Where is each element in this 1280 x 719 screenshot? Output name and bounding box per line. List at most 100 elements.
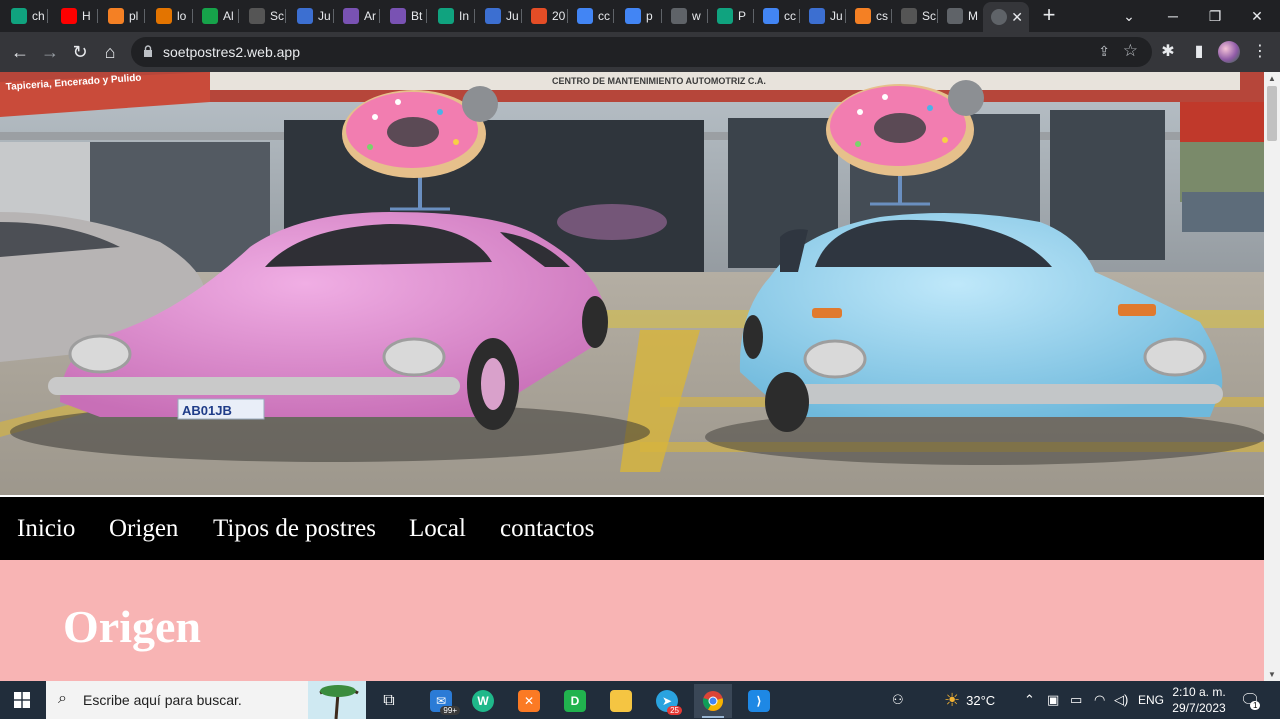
start-button[interactable]	[0, 681, 44, 719]
maximize-button[interactable]: ❐	[1194, 0, 1236, 32]
battery-icon[interactable]: ▭	[1070, 681, 1082, 719]
window-close-button[interactable]: ✕	[1236, 0, 1278, 32]
tab-separator	[192, 9, 193, 23]
browser-tab[interactable]: w	[663, 3, 708, 29]
taskbar-chrome[interactable]	[694, 684, 732, 718]
scroll-thumb[interactable]	[1267, 86, 1277, 141]
browser-tab[interactable]: 20	[523, 3, 568, 29]
tab-separator	[144, 9, 145, 23]
tab-separator	[613, 9, 614, 23]
profile-avatar[interactable]	[1218, 41, 1240, 63]
browser-tab[interactable]: cc	[569, 3, 614, 29]
url-text: soetpostres2.web.app	[163, 44, 300, 60]
bootstrap-icon	[390, 8, 406, 24]
browser-tab[interactable]: Ar	[335, 3, 380, 29]
taskbar-xampp[interactable]: ✕	[510, 684, 548, 718]
nav-inicio[interactable]: Inicio	[17, 515, 75, 543]
menu-icon[interactable]: ⋮	[1248, 40, 1272, 64]
scroll-down-arrow[interactable]: ▼	[1267, 670, 1277, 679]
tab-separator	[799, 9, 800, 23]
browser-tab[interactable]: Ju	[801, 3, 846, 29]
taskbar-telegram[interactable]: ➤ 25	[648, 684, 686, 718]
taskbar-app-green[interactable]: D	[556, 684, 594, 718]
telegram-badge: 25	[667, 706, 682, 715]
browser-tab[interactable]: In	[430, 3, 475, 29]
extensions-icon[interactable]: ✱	[1156, 40, 1180, 64]
hero-photo: Tapiceria, Encerado y Pulido CENTRO DE M…	[0, 72, 1264, 495]
page-scrollbar[interactable]: ▲ ▼	[1264, 72, 1280, 681]
green-app-icon: D	[564, 690, 586, 712]
tab-label: M	[968, 9, 978, 23]
tab-active[interactable]: ✕	[983, 2, 1029, 32]
wifi-icon[interactable]: ◠	[1094, 681, 1105, 719]
taskbar-vscode[interactable]: ⟩	[740, 684, 778, 718]
browser-tab[interactable]: M	[939, 3, 984, 29]
browser-tab[interactable]: pl	[100, 3, 145, 29]
share-icon[interactable]: ⇪	[1098, 43, 1110, 60]
volume-icon[interactable]: ◁)	[1114, 681, 1128, 719]
taskbar-search[interactable]: ⌕ Escribe aquí para buscar.	[46, 681, 366, 719]
site-icon	[297, 8, 313, 24]
close-tab-icon[interactable]: ✕	[1011, 9, 1023, 26]
notification-center[interactable]: 🗨 1	[1240, 681, 1261, 719]
address-bar[interactable]: soetpostres2.web.app ⇪ ☆	[131, 37, 1152, 67]
tab-separator	[937, 9, 938, 23]
tab-label: Sc	[270, 9, 285, 23]
search-highlight-icon	[308, 681, 366, 719]
meet-icon[interactable]: ▣	[1047, 681, 1059, 719]
clock-date: 29/7/2023	[1172, 701, 1226, 715]
tab-label: cc	[784, 9, 796, 23]
back-button[interactable]: ←	[8, 40, 32, 64]
browser-tab[interactable]: ch	[3, 3, 48, 29]
tab-label: cc	[598, 9, 610, 23]
chrome-icon	[702, 691, 723, 711]
browser-tab[interactable]: Bt	[382, 3, 427, 29]
stack-icon	[108, 8, 124, 24]
home-button[interactable]: ⌂	[98, 40, 122, 64]
forward-button[interactable]: →	[38, 40, 62, 64]
nav-tipos-de-postres[interactable]: Tipos de postres	[213, 515, 376, 543]
show-hidden-icons[interactable]: ⌃	[1024, 681, 1035, 719]
reload-button[interactable]: ↻	[68, 40, 92, 64]
taskbar-file-explorer[interactable]	[602, 684, 640, 718]
bookmark-star-icon[interactable]: ☆	[1123, 41, 1138, 61]
tab-separator	[707, 9, 708, 23]
browser-tab[interactable]: cc	[755, 3, 800, 29]
browser-tab[interactable]: Ju	[477, 3, 522, 29]
nav-local[interactable]: Local	[409, 515, 466, 543]
tab-label: In	[459, 9, 470, 23]
browser-tab[interactable]: lo	[148, 3, 193, 29]
scroll-up-arrow[interactable]: ▲	[1267, 74, 1277, 83]
browser-tab[interactable]: Sc	[893, 3, 938, 29]
tab-separator	[474, 9, 475, 23]
system-clock[interactable]: 2:10 a. m. 29/7/2023	[1166, 684, 1232, 716]
weather-widget[interactable]: ☀ 32°C	[944, 681, 995, 719]
browser-tab[interactable]: Ju	[289, 3, 334, 29]
tab-strip: M Sc cs Ju cc Pw p cc 20 Ju In Bt Ar Ju Sc Al lo pl Hch ✕ …	[0, 0, 1280, 32]
people-icon[interactable]: ⚇	[892, 681, 904, 719]
browser-tab[interactable]: H	[53, 3, 98, 29]
taskbar-webstorm[interactable]: W	[464, 684, 502, 718]
language-indicator[interactable]: ENG	[1138, 681, 1164, 719]
tab-label: w	[692, 9, 701, 23]
tab-label: ch	[32, 9, 45, 23]
browser-tab[interactable]: P	[709, 3, 754, 29]
origen-section: Origen	[0, 560, 1264, 681]
taskbar-mail[interactable]: ✉ 99+	[422, 684, 460, 718]
side-panel-icon[interactable]: ▮	[1187, 40, 1211, 64]
browser-tab[interactable]: p	[617, 3, 662, 29]
google-icon	[625, 8, 641, 24]
browser-tab[interactable]: Al	[194, 3, 239, 29]
nav-contactos[interactable]: contactos	[500, 515, 594, 543]
task-view-button[interactable]: ⧉	[370, 684, 408, 718]
browser-tab[interactable]: cs	[847, 3, 892, 29]
tab-search-button[interactable]: ⌄	[1108, 0, 1150, 32]
folder-icon	[610, 690, 632, 712]
new-tab-button[interactable]: +	[1037, 4, 1061, 28]
nav-origen[interactable]: Origen	[109, 515, 178, 543]
tab-label: Ju	[318, 9, 331, 23]
browser-toolbar: ← → ↻ ⌂ soetpostres2.web.app ⇪ ☆ ✱ ▮ ⋮	[0, 32, 1280, 72]
browser-tab[interactable]: Sc	[241, 3, 286, 29]
minimize-button[interactable]: ─	[1152, 0, 1194, 32]
mountain-icon	[156, 8, 172, 24]
